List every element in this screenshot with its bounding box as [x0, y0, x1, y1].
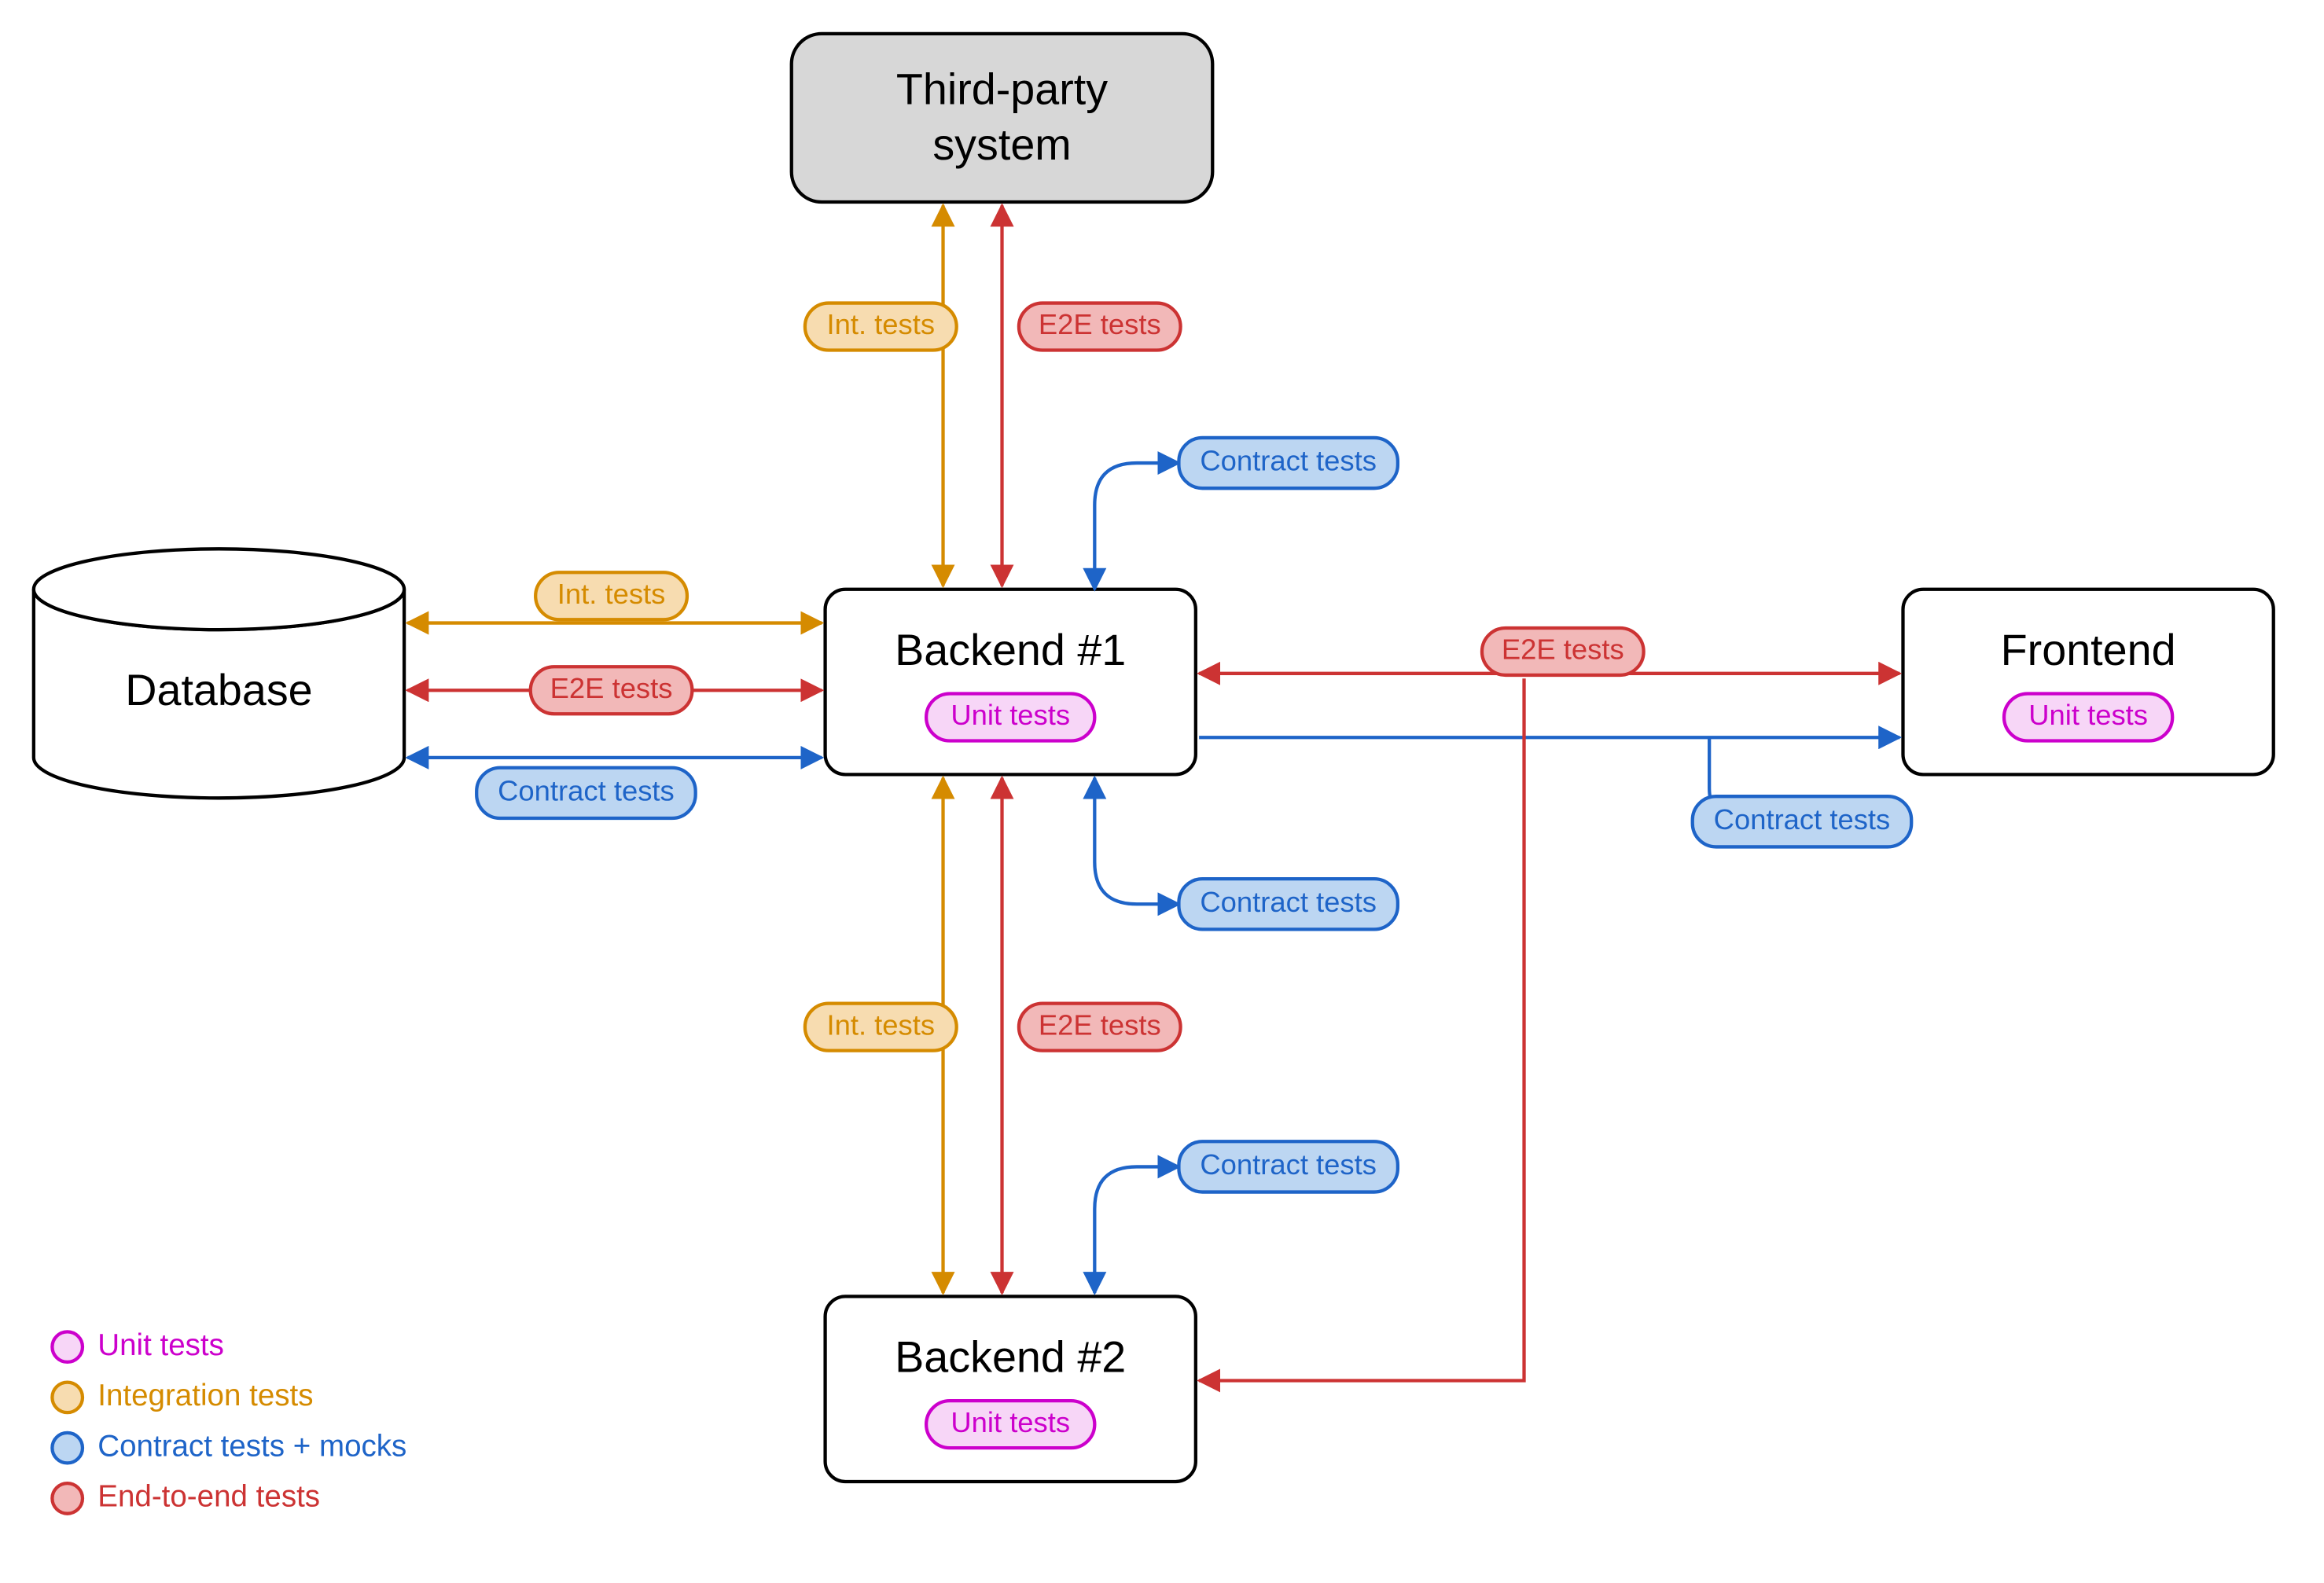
svg-text:Contract tests: Contract tests [1200, 445, 1377, 477]
backend-2-title: Backend #2 [895, 1332, 1126, 1381]
label-int-mid: Int. tests [805, 1004, 957, 1051]
legend-label-int: Integration tests [97, 1379, 313, 1412]
label-e2e-mid: E2E tests [1019, 1004, 1181, 1051]
edge-contract-backend1-top [1094, 463, 1179, 589]
svg-text:E2E tests: E2E tests [1039, 1008, 1161, 1041]
label-contract-left: Contract tests [476, 768, 695, 818]
legend-swatch-contract [52, 1433, 83, 1464]
svg-text:E2E tests: E2E tests [1039, 308, 1161, 340]
diagram-canvas: Third-party system Database Backend #1 U… [0, 0, 2324, 1583]
label-e2e-right: E2E tests [1482, 628, 1644, 675]
legend-swatch-unit [52, 1331, 83, 1362]
backend-1-title: Backend #1 [895, 626, 1126, 674]
legend-label-contract: Contract tests + mocks [97, 1429, 406, 1463]
database-title: Database [125, 666, 312, 714]
node-frontend: Frontend Unit tests [1903, 589, 2273, 775]
backend-1-unit-label: Unit tests [951, 699, 1070, 731]
third-party-title-2: system [932, 120, 1071, 169]
third-party-title-1: Third-party [896, 65, 1108, 114]
edge-e2e-frontend-backend2 [1199, 678, 1524, 1380]
svg-text:Contract tests: Contract tests [1200, 886, 1377, 918]
svg-text:Contract tests: Contract tests [498, 775, 675, 807]
node-third-party: Third-party system [792, 34, 1213, 202]
svg-text:E2E tests: E2E tests [550, 672, 673, 704]
label-int-left: Int. tests [535, 572, 687, 619]
edge-contract-backend1-bottom [1094, 778, 1179, 905]
node-database: Database [34, 549, 404, 798]
legend-label-e2e: End-to-end tests [97, 1480, 320, 1514]
node-backend-2: Backend #2 Unit tests [826, 1296, 1196, 1482]
svg-text:Int. tests: Int. tests [826, 308, 935, 340]
svg-text:Contract tests: Contract tests [1200, 1148, 1377, 1181]
label-e2e-top: E2E tests [1019, 303, 1181, 351]
label-e2e-left: E2E tests [531, 667, 693, 714]
legend-swatch-int [52, 1383, 83, 1413]
label-contract-b2-top: Contract tests [1179, 1141, 1397, 1192]
svg-text:Contract tests: Contract tests [1714, 803, 1891, 836]
frontend-title: Frontend [2001, 626, 2176, 674]
legend-label-unit: Unit tests [97, 1328, 224, 1362]
label-contract-right: Contract tests [1693, 796, 1911, 847]
svg-text:Int. tests: Int. tests [557, 578, 666, 610]
legend: Unit tests Integration tests Contract te… [52, 1328, 406, 1514]
edge-contract-backend2-top [1094, 1166, 1179, 1293]
legend-swatch-e2e [52, 1483, 83, 1514]
frontend-unit-label: Unit tests [2028, 699, 2148, 731]
svg-text:E2E tests: E2E tests [1502, 634, 1624, 666]
svg-text:Int. tests: Int. tests [826, 1008, 935, 1041]
label-int-top: Int. tests [805, 303, 957, 351]
backend-2-unit-label: Unit tests [951, 1406, 1070, 1438]
label-contract-top: Contract tests [1179, 438, 1397, 488]
node-backend-1: Backend #1 Unit tests [826, 589, 1196, 775]
label-contract-b1-bot: Contract tests [1179, 879, 1397, 929]
